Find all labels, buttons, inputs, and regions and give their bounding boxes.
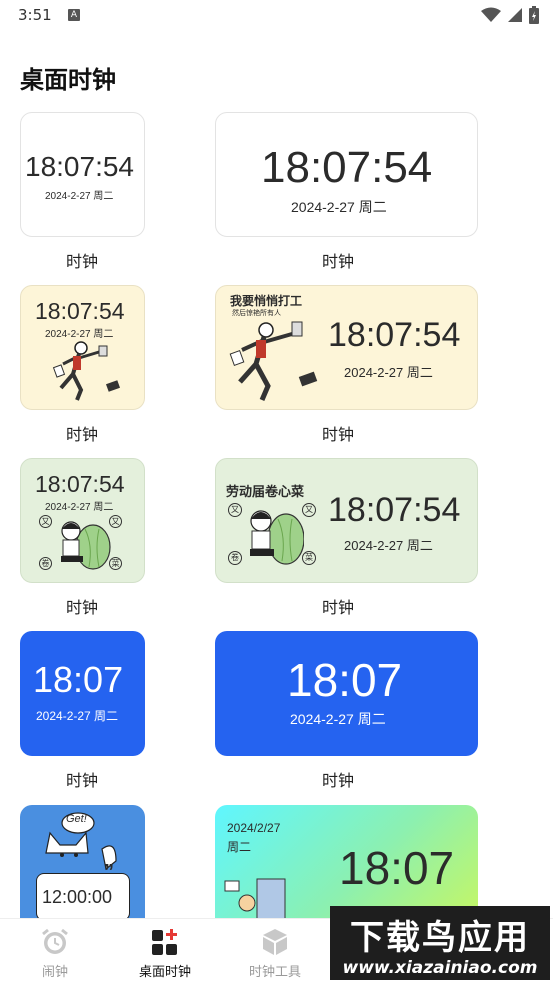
widget-blue-large[interactable]: 18:07 2024-2-27 周二 xyxy=(215,631,478,756)
badge-label: 菜 xyxy=(302,551,316,565)
widget-caption: 时钟 xyxy=(321,598,354,617)
nav-label: 时钟工具 xyxy=(248,965,301,980)
widget-list[interactable]: 18:07:54 2024-2-27 周二 时钟 18:07:54 2024-2… xyxy=(0,110,553,918)
badge-label: 又 xyxy=(302,503,316,517)
status-bar: 3:51 A xyxy=(0,0,553,30)
widget-weekday: 周二 xyxy=(227,840,252,854)
notification-icon: A xyxy=(68,9,80,21)
doorway-cat-illustration xyxy=(224,878,286,918)
widget-time: 18:07:54 xyxy=(328,491,461,529)
widget-caption: 时钟 xyxy=(65,252,98,271)
widget-caption: 时钟 xyxy=(321,252,354,271)
status-icons xyxy=(481,6,539,24)
widget-green-large[interactable]: 劳动届卷心菜 又 又 卷 菜 18:07:54 2024-2-27 周二 xyxy=(215,458,478,583)
badge-label: 又 xyxy=(39,515,52,528)
widget-headline: 劳动届卷心菜 xyxy=(226,484,305,499)
widget-cream-small[interactable]: 18:07:54 2024-2-27 周二 xyxy=(20,285,145,410)
widget-date: 2024/2/27 xyxy=(227,821,281,835)
page-title: 桌面时钟 xyxy=(20,66,116,94)
widget-time: 18:07 xyxy=(33,659,124,700)
widget-caption: 时钟 xyxy=(321,771,354,790)
widget-date: 2024-2-27 周二 xyxy=(45,502,114,513)
cabbage-girl-illustration xyxy=(250,510,304,565)
watermark-logo: 下载鸟应用 www.xiazainiao.com xyxy=(330,906,550,980)
widget-date: 2024-2-27 周二 xyxy=(36,709,119,723)
cat-bubble-text: Get! xyxy=(66,813,87,825)
widget-time: 18:07:54 xyxy=(35,471,125,497)
widget-blue-small[interactable]: 18:07 2024-2-27 周二 xyxy=(20,631,145,756)
widget-white-small[interactable]: 18:07:54 2024-2-27 周二 xyxy=(20,112,145,237)
widget-time: 18:07:54 xyxy=(261,143,433,192)
badge-label: 卷 xyxy=(228,551,242,565)
cube-icon xyxy=(263,929,287,955)
widget-time: 12:00:00 xyxy=(42,887,113,907)
widget-headline: 我要悄悄打工 xyxy=(230,294,303,308)
cabbage-girl-illustration xyxy=(61,521,111,570)
watermark-url: www.xiazainiao.com xyxy=(342,958,538,978)
widget-add-icon xyxy=(152,929,177,955)
battery-icon xyxy=(529,6,539,24)
nav-label: 桌面时钟 xyxy=(138,965,191,980)
nav-item-desktop-clock[interactable]: 桌面时钟 xyxy=(110,919,220,984)
widget-time: 18:07 xyxy=(339,842,455,894)
nav-item-alarm[interactable]: 闹钟 xyxy=(0,919,110,984)
nav-item-clock-tools[interactable]: 时钟工具 xyxy=(220,919,330,984)
widget-time: 18:07 xyxy=(287,654,403,706)
widget-date: 2024-2-27 周二 xyxy=(45,191,114,202)
status-time: 3:51 xyxy=(18,6,52,24)
widget-caption: 时钟 xyxy=(65,425,98,444)
alarm-clock-icon xyxy=(42,928,68,954)
widget-date: 2024-2-27 周二 xyxy=(344,365,433,380)
widget-caption: 时钟 xyxy=(65,771,98,790)
widget-cream-large[interactable]: 我要悄悄打工 然后惊艳所有人 18:07:54 2024-2-27 周二 xyxy=(215,285,478,410)
widget-gradient-large[interactable]: 2024/2/27 周二 18:07 xyxy=(215,805,478,918)
wifi-icon xyxy=(481,7,501,22)
watermark-title: 下载鸟应用 xyxy=(350,918,530,958)
quote-mark: ” xyxy=(104,861,114,883)
widget-time: 18:07:54 xyxy=(25,151,134,182)
widget-date: 2024-2-27 周二 xyxy=(290,711,386,727)
badge-label: 又 xyxy=(228,503,242,517)
badge-label: 卷 xyxy=(39,557,52,570)
nav-label: 闹钟 xyxy=(41,965,68,980)
widget-time: 18:07:54 xyxy=(328,316,461,354)
widget-caption: 时钟 xyxy=(65,598,98,617)
running-worker-illustration xyxy=(229,321,318,401)
widget-date: 2024-2-27 周二 xyxy=(344,538,433,553)
widget-green-small[interactable]: 18:07:54 2024-2-27 周二 又 又 卷 菜 xyxy=(20,458,145,583)
widget-caption: 时钟 xyxy=(321,425,354,444)
signal-icon xyxy=(508,8,522,22)
widget-date: 2024-2-27 周二 xyxy=(291,199,387,215)
running-worker-illustration xyxy=(52,341,121,401)
widget-cat-small[interactable]: Get! ” 12:00:00 xyxy=(20,805,145,918)
widget-time: 18:07:54 xyxy=(35,298,125,324)
widget-white-large[interactable]: 18:07:54 2024-2-27 周二 xyxy=(215,112,478,237)
